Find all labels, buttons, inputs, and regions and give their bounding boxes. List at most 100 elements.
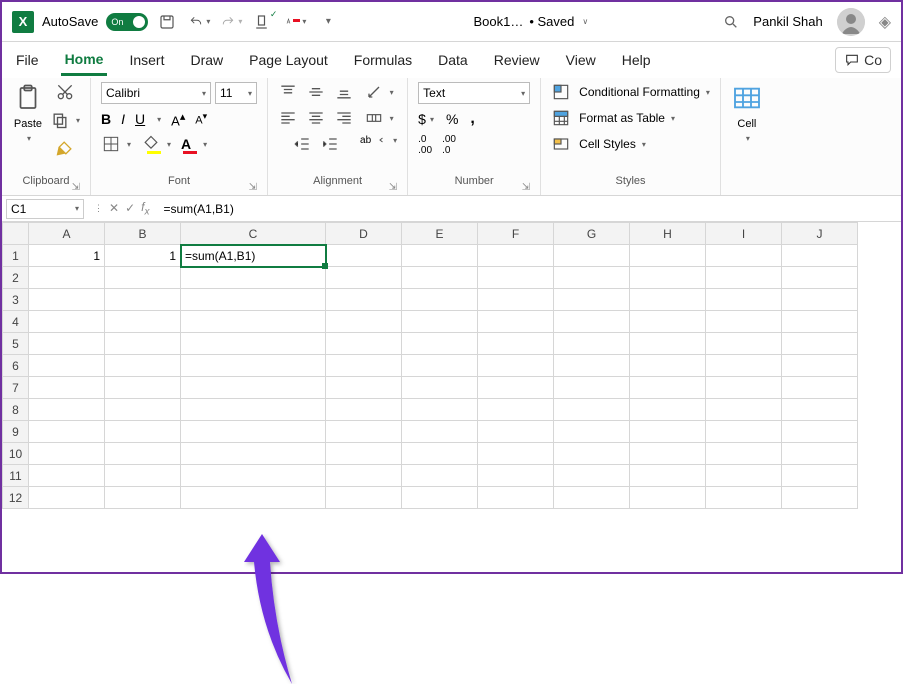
cells-icon[interactable] [731, 82, 763, 114]
cell-F10[interactable] [478, 443, 554, 465]
fill-color-button[interactable]: ▾ [141, 134, 171, 154]
column-header-C[interactable]: C [181, 223, 326, 245]
cell-G10[interactable] [554, 443, 630, 465]
cell-D4[interactable] [326, 311, 402, 333]
cell-G7[interactable] [554, 377, 630, 399]
conditional-formatting-button[interactable]: Conditional Formatting▾ [551, 82, 710, 102]
cell-C4[interactable] [181, 311, 326, 333]
cell-E7[interactable] [402, 377, 478, 399]
cell-I7[interactable] [706, 377, 782, 399]
cell-F8[interactable] [478, 399, 554, 421]
increase-indent-icon[interactable] [320, 134, 340, 154]
row-header[interactable]: 3 [3, 289, 29, 311]
cell-I12[interactable] [706, 487, 782, 509]
select-all-corner[interactable] [3, 223, 29, 245]
align-right-icon[interactable] [334, 108, 354, 128]
column-header-G[interactable]: G [554, 223, 630, 245]
cell-F5[interactable] [478, 333, 554, 355]
comments-button[interactable]: Co [835, 47, 891, 73]
cell-A3[interactable] [29, 289, 105, 311]
align-middle-icon[interactable] [306, 82, 326, 102]
column-header-H[interactable]: H [630, 223, 706, 245]
row-header[interactable]: 5 [3, 333, 29, 355]
cell-E3[interactable] [402, 289, 478, 311]
tab-draw[interactable]: Draw [186, 46, 227, 74]
cell-H4[interactable] [630, 311, 706, 333]
tab-file[interactable]: File [12, 46, 43, 74]
cell-D1[interactable] [326, 245, 402, 267]
cell-E2[interactable] [402, 267, 478, 289]
cell-G8[interactable] [554, 399, 630, 421]
bold-button[interactable]: B [101, 111, 111, 127]
cell-H6[interactable] [630, 355, 706, 377]
font-size-selector[interactable]: 11▾ [215, 82, 257, 104]
cell-D5[interactable] [326, 333, 402, 355]
search-icon[interactable] [723, 14, 739, 30]
copy-button[interactable]: ▾ [50, 110, 80, 130]
paste-icon[interactable] [12, 82, 44, 114]
cell-I11[interactable] [706, 465, 782, 487]
column-header-I[interactable]: I [706, 223, 782, 245]
save-status[interactable]: • Saved [529, 14, 574, 29]
cell-C2[interactable] [181, 267, 326, 289]
cell-H3[interactable] [630, 289, 706, 311]
format-painter-button[interactable] [55, 138, 75, 158]
cell-A12[interactable] [29, 487, 105, 509]
cell-A1[interactable]: 1 [29, 245, 105, 267]
tab-review[interactable]: Review [490, 46, 544, 74]
cell-G2[interactable] [554, 267, 630, 289]
insert-function-icon[interactable]: fx [141, 200, 149, 217]
cell-B9[interactable] [105, 421, 181, 443]
cell-B11[interactable] [105, 465, 181, 487]
column-header-E[interactable]: E [402, 223, 478, 245]
cell-J6[interactable] [782, 355, 858, 377]
cell-J4[interactable] [782, 311, 858, 333]
cell-H1[interactable] [630, 245, 706, 267]
cell-A7[interactable] [29, 377, 105, 399]
cell-H8[interactable] [630, 399, 706, 421]
cell-C9[interactable] [181, 421, 326, 443]
cell-G5[interactable] [554, 333, 630, 355]
underline-button[interactable]: U [135, 111, 145, 127]
user-name[interactable]: Pankil Shah [753, 14, 822, 29]
column-header-F[interactable]: F [478, 223, 554, 245]
row-header[interactable]: 8 [3, 399, 29, 421]
cell-E9[interactable] [402, 421, 478, 443]
cell-I10[interactable] [706, 443, 782, 465]
cell-A5[interactable] [29, 333, 105, 355]
cut-button[interactable] [55, 82, 75, 102]
cell-C12[interactable] [181, 487, 326, 509]
cell-D10[interactable] [326, 443, 402, 465]
cell-B3[interactable] [105, 289, 181, 311]
cell-J7[interactable] [782, 377, 858, 399]
cell-F11[interactable] [478, 465, 554, 487]
cell-J3[interactable] [782, 289, 858, 311]
cell-I4[interactable] [706, 311, 782, 333]
align-left-icon[interactable] [278, 108, 298, 128]
cell-I1[interactable] [706, 245, 782, 267]
cell-B7[interactable] [105, 377, 181, 399]
cell-H7[interactable] [630, 377, 706, 399]
cell-I6[interactable] [706, 355, 782, 377]
cell-B6[interactable] [105, 355, 181, 377]
cell-J1[interactable] [782, 245, 858, 267]
row-header[interactable]: 10 [3, 443, 29, 465]
cell-E8[interactable] [402, 399, 478, 421]
cell-J12[interactable] [782, 487, 858, 509]
cell-I3[interactable] [706, 289, 782, 311]
cells-label[interactable]: Cell [737, 118, 756, 130]
cell-C6[interactable] [181, 355, 326, 377]
decrease-indent-icon[interactable] [292, 134, 312, 154]
cell-B12[interactable] [105, 487, 181, 509]
cell-D12[interactable] [326, 487, 402, 509]
column-header-D[interactable]: D [326, 223, 402, 245]
formula-input[interactable]: =sum(A1,B1) [155, 199, 901, 219]
cell-B5[interactable] [105, 333, 181, 355]
tab-insert[interactable]: Insert [125, 46, 168, 74]
paste-label[interactable]: Paste [14, 118, 42, 130]
cell-C8[interactable] [181, 399, 326, 421]
cell-J5[interactable] [782, 333, 858, 355]
border-button[interactable]: ▾ [101, 134, 131, 154]
cell-J11[interactable] [782, 465, 858, 487]
cell-D6[interactable] [326, 355, 402, 377]
